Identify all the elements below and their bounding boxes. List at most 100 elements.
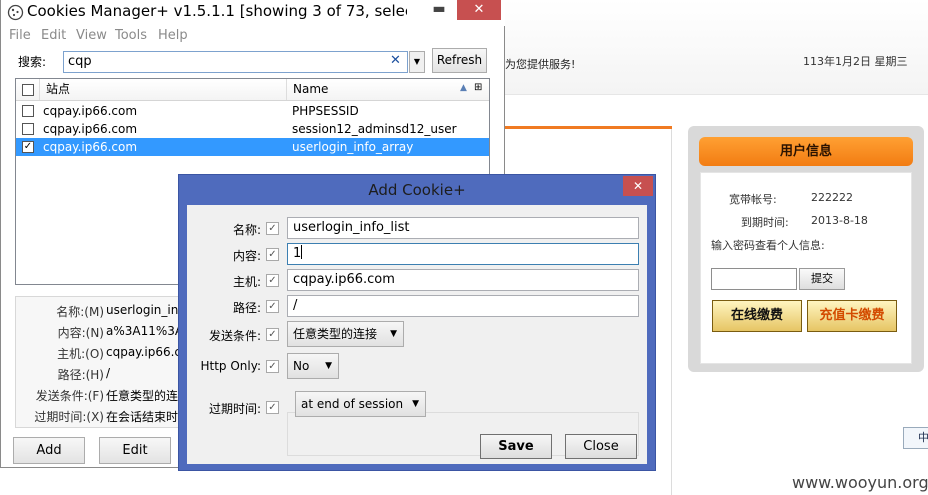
row-name: PHPSESSID [292,104,359,118]
expires-value: at end of session [301,397,404,411]
menu-file[interactable]: File [9,28,31,43]
dialog-close-button[interactable]: ✕ [623,176,653,196]
menu-bar: File Edit View Tools Help [1,26,505,46]
row-site: cqpay.ip66.com [43,140,138,154]
host-field[interactable]: cqpay.ip66.com [287,269,639,291]
content-label: 内容: [232,249,261,263]
path-field[interactable]: / [287,295,639,317]
user-info-body: 宽带帐号: 222222 到期时间: 2013-8-18 输入密码查看个人信息:… [700,172,912,364]
recharge-card-button[interactable]: 充值卡缴费 [807,300,897,332]
dialog-title[interactable]: Add Cookie+ [179,175,655,205]
detail-label-expires: 过期时间:(X) [34,410,104,424]
detail-label-send-for: 发送条件:(F) [35,389,104,403]
menu-help[interactable]: Help [158,28,188,43]
save-button[interactable]: Save [480,434,552,459]
menu-view[interactable]: View [76,28,107,43]
http-only-checkbox[interactable]: ✓ [266,360,279,373]
path-label: 路径: [232,301,261,315]
close-button[interactable]: ✕ [457,0,501,20]
http-only-select[interactable]: No ▼ [287,353,339,379]
send-for-value: 任意类型的连接 [293,327,378,341]
user-info-panel: 用户信息 宽带帐号: 222222 到期时间: 2013-8-18 输入密码查看… [688,126,924,372]
page-header [505,0,928,95]
detail-value-host[interactable]: cqpay.ip66.co [106,345,188,359]
window-title: Cookies Manager+ v1.5.1.1 [showing 3 of … [27,2,407,20]
row-name: session12_adminsd12_user [292,122,457,136]
search-history-dropdown[interactable]: ▼ [409,51,425,73]
text-caret [301,245,303,259]
detail-label-host: 主机:(O) [57,347,104,361]
send-for-checkbox[interactable]: ✓ [266,328,279,341]
row-site: cqpay.ip66.com [43,104,138,118]
edit-button[interactable]: Edit [99,437,171,464]
column-header-site[interactable]: 站点 [39,79,286,100]
password-prompt: 输入密码查看个人信息: [711,239,825,252]
expires-select[interactable]: at end of session ▼ [295,391,426,417]
chevron-down-icon: ▼ [390,329,397,339]
detail-label-path: 路径:(H) [57,368,104,382]
menu-edit[interactable]: Edit [41,28,66,43]
row-checkbox-checked[interactable]: ✓ [22,141,34,153]
column-header-name[interactable]: Name [286,79,471,100]
date-text: 113年1月2日 星期三 [803,55,908,68]
expires-label: 过期时间: [208,402,261,416]
minimize-button[interactable]: ▬ [425,0,453,20]
name-checkbox[interactable]: ✓ [266,222,279,235]
detail-label-name: 名称:(M) [56,305,104,319]
row-name: userlogin_info_array [292,140,414,154]
password-input[interactable] [711,268,797,290]
http-only-label: Http Only: [200,359,261,373]
column-picker-icon[interactable]: ⊞ [474,82,487,96]
row-checkbox[interactable] [22,123,34,135]
search-label: 搜索: [18,55,47,69]
name-field[interactable]: userlogin_info_list [287,217,639,239]
table-row-selected[interactable]: ✓ cqpay.ip66.com userlogin_info_array [16,138,489,156]
path-checkbox[interactable]: ✓ [266,300,279,313]
detail-value-path[interactable]: / [106,366,110,380]
expiry-label: 到期时间: [741,216,789,229]
pay-online-button[interactable]: 在线缴费 [712,300,802,332]
account-label: 宽带帐号: [729,193,777,206]
dialog-close-text-button[interactable]: Close [565,434,637,459]
select-all-checkbox[interactable] [22,84,34,96]
content-value: 1 [293,246,302,261]
table-row[interactable]: cqpay.ip66.com session12_adminsd12_user [16,120,489,138]
account-value: 222222 [811,191,853,204]
search-input[interactable]: cqp ✕ [63,51,408,73]
detail-value-name[interactable]: userlogin_inf [106,303,183,317]
refresh-button[interactable]: Refresh [432,48,487,73]
add-button[interactable]: Add [13,437,85,464]
sort-ascending-icon: ▲ [460,83,467,93]
table-row[interactable]: cqpay.ip66.com PHPSESSID [16,102,489,120]
dialog-body: 名称: ✓ userlogin_info_list 内容: ✓ 1 主机: ✓ … [187,205,647,464]
input-method-chip[interactable]: 中 [903,427,928,449]
detail-value-content[interactable]: a%3A11%3A [106,324,183,338]
send-for-label: 发送条件: [208,329,261,343]
detail-label-content: 内容:(N) [57,326,104,340]
clear-search-icon[interactable]: ✕ [390,53,401,68]
row-checkbox[interactable] [22,105,34,117]
name-label: 名称: [232,223,261,237]
expires-checkbox[interactable]: ✓ [266,401,279,414]
submit-button[interactable]: 提交 [799,268,845,290]
detail-value-expires[interactable]: 在会话结束时 [106,408,178,425]
user-info-title: 用户信息 [699,137,913,166]
detail-value-send-for[interactable]: 任意类型的连 [106,387,178,404]
title-bar[interactable]: Cookies Manager+ v1.5.1.1 [showing 3 of … [1,0,505,26]
send-for-select[interactable]: 任意类型的连接 ▼ [287,321,404,347]
menu-tools[interactable]: Tools [115,28,147,43]
table-header: 站点 Name ▲ ⊞ [16,79,489,101]
content-checkbox[interactable]: ✓ [266,248,279,261]
expiry-value: 2013-8-18 [811,214,868,227]
chevron-down-icon: ▼ [325,361,332,371]
watermark: www.wooyun.org [792,473,928,492]
search-value: cqp [68,54,92,69]
row-site: cqpay.ip66.com [43,122,138,136]
host-label: 主机: [232,275,261,289]
content-field[interactable]: 1 [287,243,639,265]
chevron-down-icon: ▼ [412,399,419,409]
service-text: 为您提供服务! [505,58,576,71]
add-cookie-dialog: Add Cookie+ ✕ 名称: ✓ userlogin_info_list … [178,174,656,471]
http-only-value: No [293,359,310,373]
host-checkbox[interactable]: ✓ [266,274,279,287]
